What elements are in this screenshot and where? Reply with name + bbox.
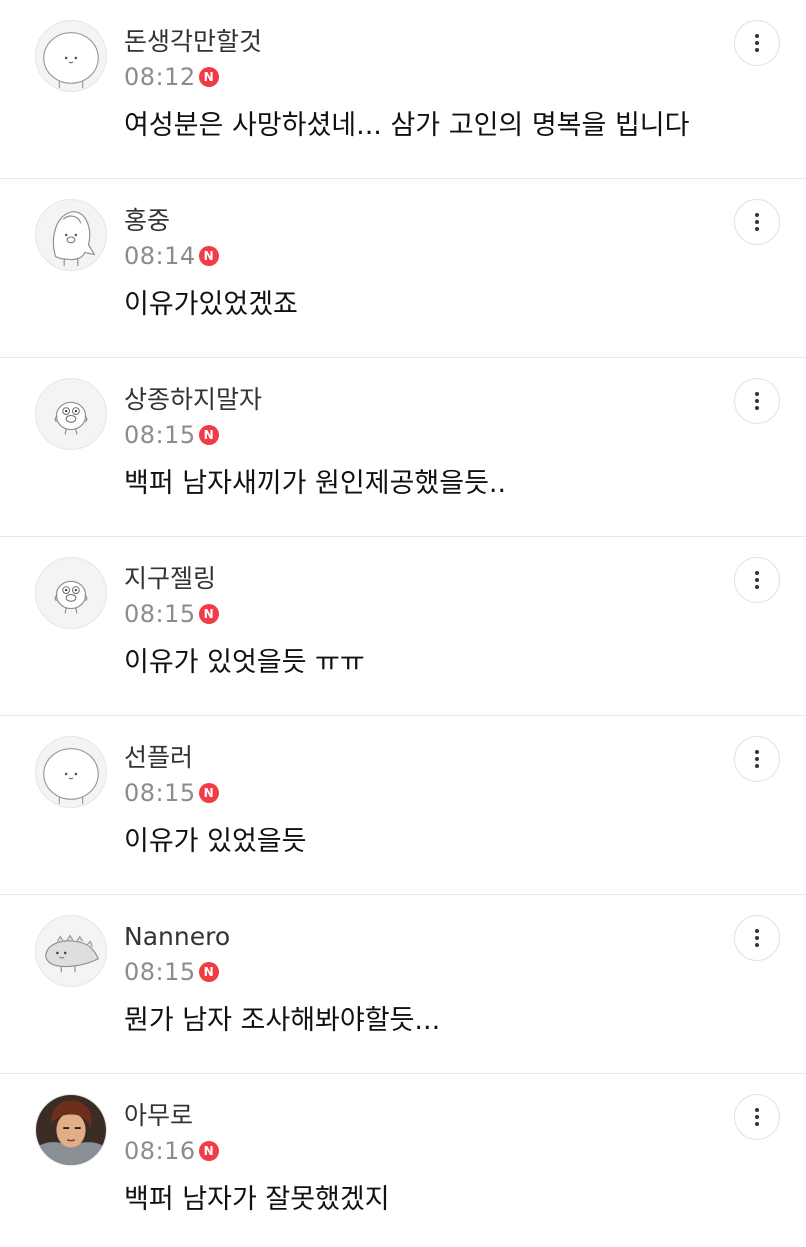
comment-author[interactable]: 지구젤링	[124, 563, 216, 595]
more-vertical-icon	[755, 392, 759, 410]
more-options-button[interactable]	[734, 378, 780, 424]
comment-item: 돈생각만할것 08:12 N 여성분은 사망하셨네... 삼가 고인의 명복을 …	[0, 0, 806, 179]
more-vertical-icon	[755, 1108, 759, 1126]
new-badge-icon: N	[198, 604, 219, 624]
avatar[interactable]	[35, 199, 107, 271]
new-badge-icon: N	[198, 783, 219, 803]
new-badge-icon: N	[198, 962, 219, 982]
comment-meta: 08:15 N	[124, 598, 219, 630]
more-vertical-icon	[755, 34, 759, 52]
new-badge-icon: N	[198, 425, 219, 445]
comment-item: Nannero 08:15 N 뭔가 남자 조사해봐야할듯...	[0, 895, 806, 1074]
avatar[interactable]	[35, 1094, 107, 1166]
comment-author[interactable]: 돈생각만할것	[124, 26, 262, 58]
comment-author[interactable]: 선플러	[124, 742, 193, 774]
comment-text: 이유가 있었을듯	[124, 826, 307, 857]
comment-text: 이유가 있엇을듯 ㅠㅠ	[124, 647, 365, 678]
avatar[interactable]	[35, 915, 107, 987]
more-options-button[interactable]	[734, 20, 780, 66]
comment-time: 08:12	[124, 63, 196, 91]
avatar[interactable]	[35, 736, 107, 808]
comment-list: 돈생각만할것 08:12 N 여성분은 사망하셨네... 삼가 고인의 명복을 …	[0, 0, 806, 1244]
more-vertical-icon	[755, 750, 759, 768]
more-vertical-icon	[755, 213, 759, 231]
comment-time: 08:14	[124, 242, 196, 270]
comment-item: 홍중 08:14 N 이유가있었겠죠	[0, 179, 806, 358]
comment-item: 아무로 08:16 N 백퍼 남자가 잘못했겠지	[0, 1074, 806, 1244]
comment-time: 08:15	[124, 958, 196, 986]
penguin-hood-character-icon	[36, 200, 106, 270]
comment-meta: 08:12 N	[124, 61, 219, 93]
anime-character-photo-icon	[36, 1095, 106, 1165]
round-face-character-icon	[36, 737, 106, 807]
comment-meta: 08:15 N	[124, 419, 219, 451]
comment-item: 선플러 08:15 N 이유가 있었을듯	[0, 716, 806, 895]
comment-author[interactable]: 아무로	[124, 1100, 193, 1132]
more-options-button[interactable]	[734, 199, 780, 245]
more-options-button[interactable]	[734, 736, 780, 782]
comment-author[interactable]: Nannero	[124, 921, 230, 953]
comment-meta: 08:14 N	[124, 240, 219, 272]
round-face-character-icon	[36, 21, 106, 91]
comment-author[interactable]: 홍중	[124, 205, 170, 237]
avatar[interactable]	[35, 378, 107, 450]
comment-text: 여성분은 사망하셨네... 삼가 고인의 명복을 빕니다	[124, 110, 690, 141]
comment-meta: 08:15 N	[124, 956, 219, 988]
comment-time: 08:15	[124, 600, 196, 628]
dinosaur-character-icon	[36, 916, 106, 986]
new-badge-icon: N	[198, 1141, 219, 1161]
comment-text: 이유가있었겠죠	[124, 289, 298, 320]
comment-text: 백퍼 남자새끼가 원인제공했을듯..	[124, 468, 507, 499]
pig-character-icon	[36, 558, 106, 628]
new-badge-icon: N	[198, 246, 219, 266]
comment-meta: 08:16 N	[124, 1135, 219, 1167]
comment-item: 상종하지말자 08:15 N 백퍼 남자새끼가 원인제공했을듯..	[0, 358, 806, 537]
more-options-button[interactable]	[734, 915, 780, 961]
pig-character-icon	[36, 379, 106, 449]
avatar[interactable]	[35, 20, 107, 92]
more-vertical-icon	[755, 571, 759, 589]
avatar[interactable]	[35, 557, 107, 629]
comment-text: 뭔가 남자 조사해봐야할듯...	[124, 1005, 441, 1036]
comment-meta: 08:15 N	[124, 777, 219, 809]
comment-time: 08:15	[124, 421, 196, 449]
comment-time: 08:16	[124, 1137, 196, 1165]
comment-time: 08:15	[124, 779, 196, 807]
comment-author[interactable]: 상종하지말자	[124, 384, 262, 416]
new-badge-icon: N	[198, 67, 219, 87]
more-vertical-icon	[755, 929, 759, 947]
more-options-button[interactable]	[734, 557, 780, 603]
comment-item: 지구젤링 08:15 N 이유가 있엇을듯 ㅠㅠ	[0, 537, 806, 716]
more-options-button[interactable]	[734, 1094, 780, 1140]
comment-text: 백퍼 남자가 잘못했겠지	[124, 1184, 390, 1215]
